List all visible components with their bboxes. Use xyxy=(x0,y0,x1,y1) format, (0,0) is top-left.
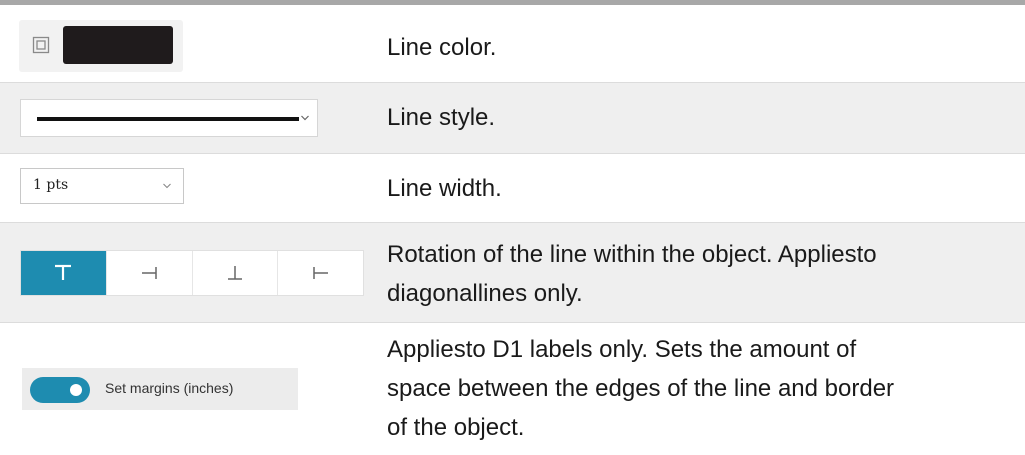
line-style-description: Line style. xyxy=(387,104,496,131)
top-line-icon xyxy=(55,264,72,280)
rotation-bottom-button[interactable] xyxy=(193,251,279,295)
border-square-icon xyxy=(32,36,50,54)
margins-toggle-label: Set margins (inches) xyxy=(105,380,234,396)
line-color-picker[interactable] xyxy=(19,20,183,72)
margins-control: Set margins (inches) xyxy=(22,368,298,410)
line-color-description: Line color. xyxy=(387,34,497,61)
right-line-icon xyxy=(142,267,157,279)
margins-description-line-3: of the object. xyxy=(387,414,525,441)
line-width-description: Line width. xyxy=(387,175,502,202)
margins-toggle[interactable] xyxy=(30,377,90,403)
line-style-select[interactable] xyxy=(20,99,318,137)
left-line-icon xyxy=(312,267,328,279)
rotation-description-line-2: diagonallines only. xyxy=(387,280,583,307)
rotation-top-button[interactable] xyxy=(21,251,107,295)
bottom-line-icon xyxy=(227,266,242,280)
rotation-segmented-control xyxy=(20,250,364,296)
line-width-select[interactable]: 1 pts xyxy=(20,168,184,204)
color-swatch[interactable] xyxy=(63,26,173,64)
chevron-down-icon xyxy=(301,115,309,121)
margins-description-line-1: Appliesto D1 labels only. Sets the amoun… xyxy=(387,336,857,363)
rotation-description-line-1: Rotation of the line within the object. … xyxy=(387,241,877,268)
margins-description-line-2: space between the edges of the line and … xyxy=(387,375,895,402)
line-width-value: 1 pts xyxy=(33,177,69,193)
toggle-knob xyxy=(70,384,82,396)
rotation-left-button[interactable] xyxy=(278,251,363,295)
chevron-down-icon xyxy=(163,183,171,189)
solid-line-preview xyxy=(37,117,299,121)
rotation-right-button[interactable] xyxy=(107,251,193,295)
